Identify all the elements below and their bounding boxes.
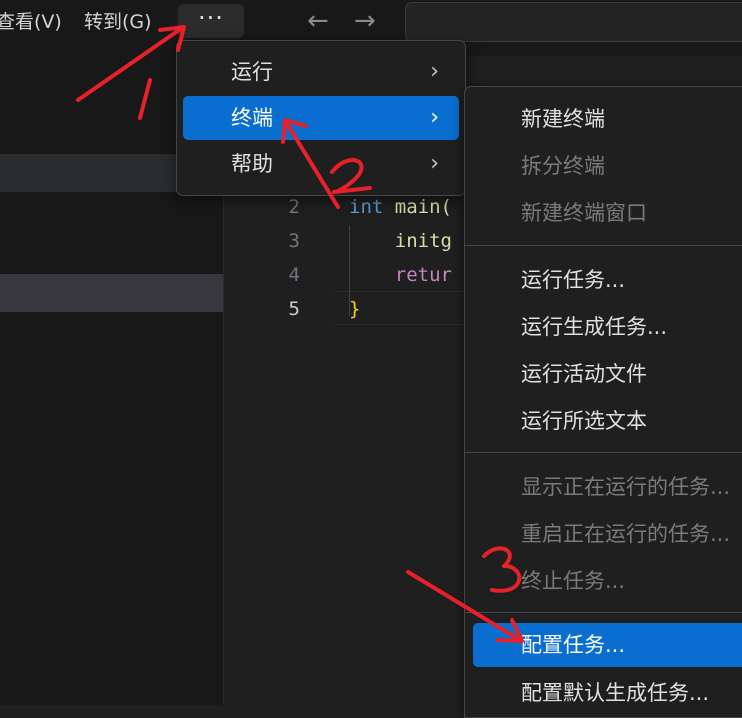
menu-item-restart-running-task: 重启正在运行的任务... [521, 522, 731, 546]
menu-item-run-build-task[interactable]: 运行生成任务... [473, 305, 742, 349]
menu-item-run-selected-text[interactable]: 运行所选文本 [473, 399, 742, 443]
line-number: 3 [288, 230, 300, 252]
line-number: 4 [288, 264, 300, 286]
menu-item-run[interactable]: 运行 › [183, 50, 459, 94]
sidebar-row-selected[interactable] [0, 274, 223, 312]
menu-separator [465, 452, 742, 453]
menu-goto[interactable]: 转到(G) [80, 6, 156, 38]
menu-item-split-terminal: 拆分终端 [521, 154, 605, 178]
code-keyword: int [349, 196, 384, 218]
menu-item-label: 帮助 [231, 152, 273, 176]
menu-item-label: 终端 [231, 106, 273, 130]
menu-item-terminal[interactable]: 终端 › [183, 96, 459, 140]
chevron-right-icon: › [430, 105, 439, 130]
forward-arrow-icon[interactable]: → [354, 4, 376, 38]
code-text: initg [349, 230, 452, 252]
menu-separator [465, 612, 742, 613]
code-keyword: retur [349, 264, 452, 286]
terminal-submenu: 新建终端 拆分终端 新建终端窗口 运行任务... 运行生成任务... 运行活动文… [464, 86, 742, 718]
menu-separator [465, 245, 742, 246]
command-center-search[interactable] [405, 2, 742, 42]
more-dropdown-menu: 运行 › 终端 › 帮助 › [176, 40, 466, 196]
menu-view[interactable]: 查看(V) [0, 6, 66, 38]
menu-item-configure-default-build-task[interactable]: 配置默认生成任务... [473, 671, 742, 715]
code-brace: } [349, 298, 361, 320]
menu-item-new-terminal-window: 新建终端窗口 [521, 201, 647, 225]
menu-item-run-active-file[interactable]: 运行活动文件 [473, 352, 742, 396]
more-menu-button[interactable]: ··· [178, 4, 244, 38]
menu-item-configure-tasks[interactable]: 配置任务... [473, 623, 742, 667]
menu-item-label: 运行 [231, 60, 273, 84]
chevron-right-icon: › [430, 59, 439, 84]
menu-item-terminate-task: 终止任务... [521, 569, 626, 593]
chevron-right-icon: › [430, 151, 439, 176]
menu-item-run-task[interactable]: 运行任务... [473, 258, 742, 302]
code-text: main( [383, 196, 452, 218]
line-number: 5 [288, 298, 300, 320]
menu-item-new-terminal[interactable]: 新建终端 [473, 97, 742, 141]
menu-item-show-running-tasks: 显示正在运行的任务... [521, 475, 731, 499]
menu-item-help[interactable]: 帮助 › [183, 142, 459, 186]
back-arrow-icon[interactable]: ← [307, 4, 329, 38]
